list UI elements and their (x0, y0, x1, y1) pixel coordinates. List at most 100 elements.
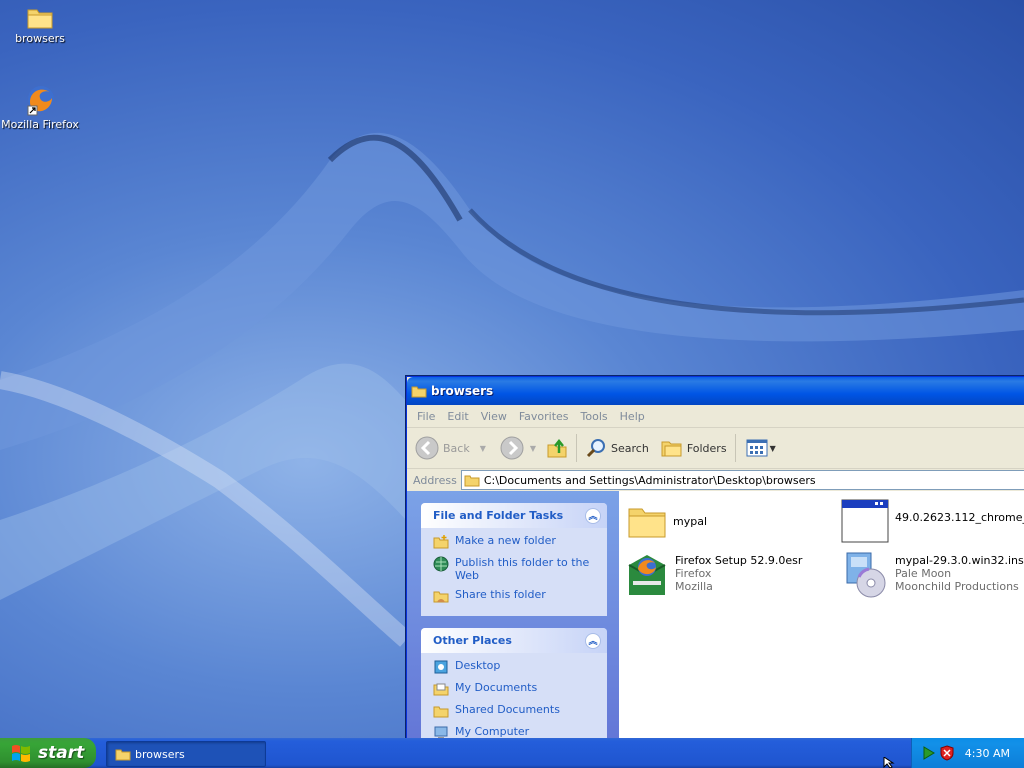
window-titlebar[interactable]: browsers (407, 377, 1024, 405)
desktop-icon-browsers[interactable]: browsers (0, 4, 80, 45)
toolbar: Back ▼ ▼ Search Folders ▼ (407, 428, 1024, 469)
toolbar-separator (576, 434, 578, 462)
menu-view[interactable]: View (481, 410, 507, 423)
folder-icon (27, 9, 53, 29)
address-label: Address (413, 473, 457, 487)
toolbar-separator (734, 434, 736, 462)
explorer-window: browsers File Edit View Favorites Tools … (406, 376, 1024, 753)
address-field[interactable]: C:\Documents and Settings\Administrator\… (460, 470, 1024, 490)
desktop-icon-firefox[interactable]: Mozilla Firefox (0, 84, 80, 131)
address-bar: Address C:\Documents and Settings\Admini… (407, 469, 1024, 492)
network-icon[interactable] (922, 745, 936, 761)
search-label: Search (611, 441, 649, 455)
task-label: Share this folder (455, 588, 546, 601)
menu-help[interactable]: Help (620, 410, 645, 423)
place-my-documents[interactable]: My Documents (433, 681, 601, 697)
panel-title: File and Folder Tasks (433, 509, 564, 522)
panel-header[interactable]: File and Folder Tasks ︽ (421, 503, 607, 528)
folders-button[interactable]: Folders (661, 438, 727, 458)
place-label: My Computer (455, 725, 530, 738)
system-tray: 4:30 AM (911, 738, 1024, 768)
menu-favorites[interactable]: Favorites (519, 410, 569, 423)
window-title: browsers (431, 384, 494, 398)
taskbar: start browsers 4:30 AM (0, 738, 1024, 768)
file-list: mypal 49.0.2623.112_chrome_ins (619, 491, 1024, 747)
file-name: 49.0.2623.112_chrome_ins (895, 511, 1024, 524)
taskbar-button-label: browsers (135, 747, 185, 761)
folder-icon (411, 386, 427, 398)
security-shield-icon[interactable] (940, 745, 954, 761)
file-item-mypal-installer[interactable]: mypal-29.3.0.win32.installe Pale Moon Mo… (841, 551, 1024, 599)
views-icon (746, 439, 768, 457)
task-label: Make a new folder (455, 534, 556, 547)
file-company: Mozilla (675, 580, 713, 593)
start-button[interactable]: start (0, 738, 96, 768)
search-icon (586, 439, 606, 458)
menu-bar: File Edit View Favorites Tools Help (407, 405, 1024, 428)
menu-tools[interactable]: Tools (581, 410, 608, 423)
globe-icon (433, 556, 449, 572)
file-name: mypal (673, 515, 708, 528)
folder-icon (464, 475, 480, 487)
windows-logo-icon (12, 745, 30, 762)
firefox-setup-icon (628, 555, 666, 595)
file-description: Firefox (675, 567, 712, 580)
up-folder-button[interactable] (546, 437, 568, 459)
forward-dropdown-icon[interactable]: ▼ (530, 444, 536, 453)
file-item-mypal[interactable]: mypal (627, 503, 707, 539)
window-body: File and Folder Tasks ︽ Make a new folde… (407, 491, 1024, 753)
task-pane: File and Folder Tasks ︽ Make a new folde… (407, 491, 619, 753)
forward-button[interactable]: ▼ (500, 436, 536, 460)
place-label: My Documents (455, 681, 538, 694)
file-description: Pale Moon (895, 567, 952, 580)
views-dropdown-icon[interactable]: ▼ (770, 444, 776, 453)
taskbar-button-browsers[interactable]: browsers (106, 741, 266, 767)
file-name: mypal-29.3.0.win32.installe (895, 554, 1024, 567)
collapse-chevron-icon[interactable]: ︽ (585, 632, 601, 649)
panel-title: Other Places (433, 634, 512, 647)
place-label: Desktop (455, 659, 501, 672)
installer-icon (846, 552, 886, 598)
task-make-new-folder[interactable]: Make a new folder (433, 534, 601, 550)
folder-icon (628, 508, 666, 538)
panel-header[interactable]: Other Places ︽ (421, 628, 607, 653)
back-label: Back (443, 441, 470, 455)
file-item-firefox-setup[interactable]: Firefox Setup 52.9.0esr Firefox Mozilla (625, 551, 802, 599)
task-share-folder[interactable]: Share this folder (433, 588, 601, 604)
folders-label: Folders (686, 441, 727, 455)
start-label: start (38, 743, 85, 763)
desktop-icon (434, 660, 448, 674)
file-folder-tasks-panel: File and Folder Tasks ︽ Make a new folde… (421, 503, 607, 616)
search-button[interactable]: Search (585, 437, 649, 459)
views-button[interactable]: ▼ (746, 439, 776, 457)
collapse-chevron-icon[interactable]: ︽ (585, 507, 601, 524)
firefox-icon (27, 86, 54, 116)
task-label: Publish this folder to the Web (455, 556, 590, 582)
place-label: Shared Documents (455, 703, 560, 716)
desktop-icon-label: browsers (15, 32, 65, 45)
other-places-panel: Other Places ︽ Desktop My Documents Shar… (421, 628, 607, 753)
back-button[interactable]: Back ▼ (415, 436, 486, 460)
task-publish-folder[interactable]: Publish this folder to the Web (433, 556, 601, 582)
folder-icon (115, 749, 131, 761)
new-folder-icon (433, 535, 449, 549)
share-folder-icon (433, 591, 449, 603)
menu-file[interactable]: File (417, 410, 435, 423)
shared-documents-icon (433, 706, 449, 718)
back-dropdown-icon[interactable]: ▼ (480, 444, 486, 453)
clock[interactable]: 4:30 AM (965, 747, 1010, 760)
my-documents-icon (433, 683, 449, 696)
folders-icon (661, 441, 682, 457)
place-shared-documents[interactable]: Shared Documents (433, 703, 601, 719)
address-value: C:\Documents and Settings\Administrator\… (483, 473, 816, 487)
mouse-cursor-icon (883, 757, 895, 768)
file-company: Moonchild Productions (895, 580, 1019, 593)
menu-edit[interactable]: Edit (447, 410, 468, 423)
up-folder-icon (547, 438, 567, 458)
forward-arrow-icon (500, 436, 524, 460)
file-name: Firefox Setup 52.9.0esr (675, 554, 803, 567)
file-item-chrome-installer[interactable]: 49.0.2623.112_chrome_ins (841, 499, 1024, 543)
back-arrow-icon (415, 436, 439, 460)
window-app-icon (841, 499, 889, 543)
place-desktop[interactable]: Desktop (433, 659, 601, 675)
